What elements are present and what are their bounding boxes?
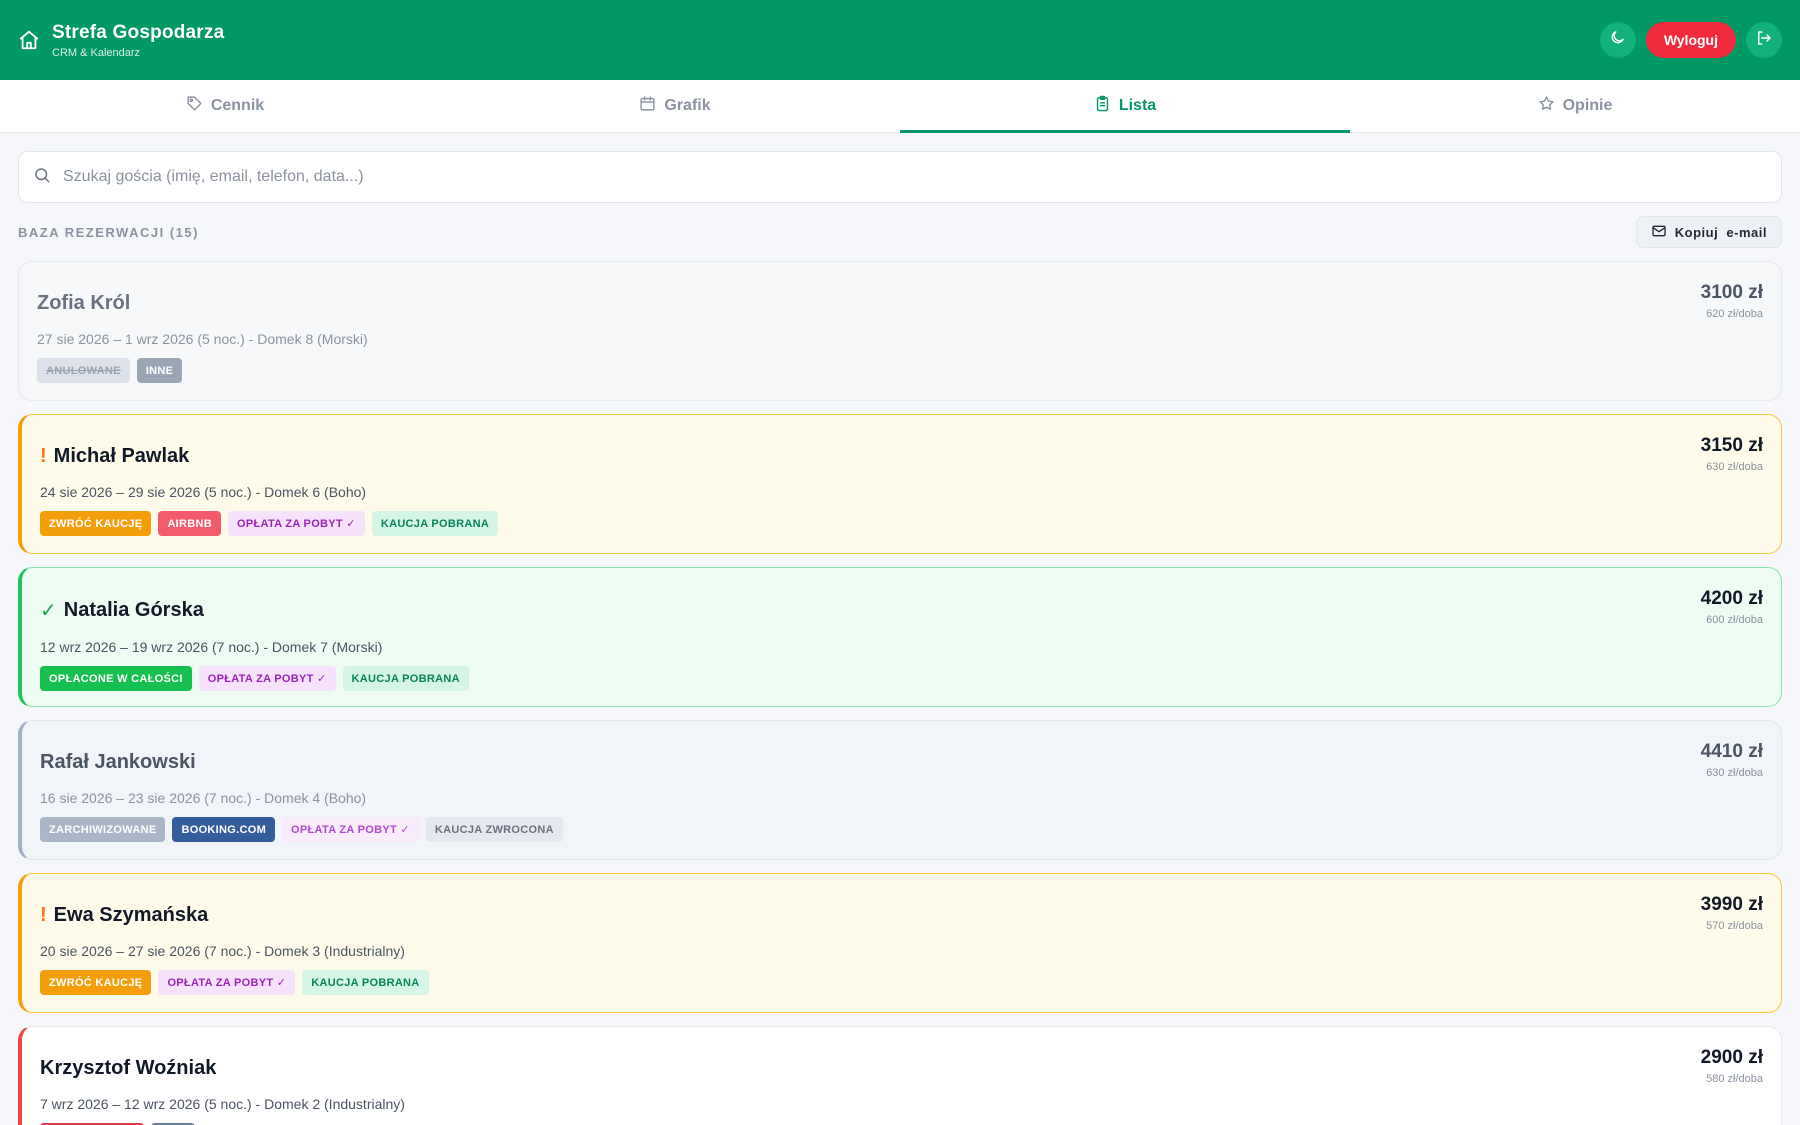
price-per-night: 630 zł/doba bbox=[1706, 767, 1763, 779]
guest-name: Zofia Król bbox=[37, 292, 131, 314]
brand[interactable]: Strefa Gospodarza CRM & Kalendarz bbox=[18, 22, 224, 59]
fee-badge: OPŁATA ZA POBYT ✓ bbox=[198, 666, 336, 691]
mail-icon bbox=[1651, 223, 1667, 242]
home-icon bbox=[18, 29, 40, 51]
tab-bar: Cennik Grafik Lista Opinie bbox=[0, 80, 1800, 133]
tag-icon bbox=[186, 95, 203, 117]
guest-name: Ewa Szymańska bbox=[53, 904, 209, 926]
logout-button[interactable]: Wyloguj bbox=[1645, 22, 1736, 58]
copy-email-label: Kopiuj e-mail bbox=[1674, 224, 1767, 240]
search-input[interactable] bbox=[63, 168, 1767, 186]
status-badge: ZWRÓĆ KAUCJĘ bbox=[40, 511, 152, 536]
guest-name: Michał Pawlak bbox=[53, 445, 190, 467]
status-badge: OPŁACONE W CAŁOŚCI bbox=[40, 666, 192, 691]
status-badge: ANULOWANE bbox=[37, 358, 130, 383]
reservation-card[interactable]: Krzysztof Woźniak 7 wrz 2026 – 12 wrz 20… bbox=[18, 1026, 1782, 1125]
reservation-card[interactable]: Zofia Król 27 sie 2026 – 1 wrz 2026 (5 n… bbox=[18, 261, 1782, 401]
reservation-details: 20 sie 2026 – 27 sie 2026 (7 noc.) - Dom… bbox=[40, 943, 405, 959]
status-badge: ZWRÓĆ KAUCJĘ bbox=[40, 970, 152, 995]
theme-toggle-button[interactable] bbox=[1599, 22, 1636, 58]
warning-mark: ! bbox=[40, 445, 47, 467]
price-per-night: 620 zł/doba bbox=[1706, 308, 1763, 320]
main-content: BAZA REZERWACJI (15) Kopiuj e-mail Zofia… bbox=[0, 133, 1800, 1125]
reservation-card[interactable]: Rafał Jankowski 16 sie 2026 – 23 sie 202… bbox=[18, 720, 1782, 860]
reservation-card[interactable]: ! Ewa Szymańska 20 sie 2026 – 27 sie 202… bbox=[18, 873, 1782, 1013]
total-price: 4410 zł bbox=[1700, 741, 1763, 762]
total-price: 3100 zł bbox=[1700, 282, 1763, 303]
star-icon bbox=[1538, 95, 1555, 117]
check-mark: ✓ bbox=[40, 600, 57, 622]
status-badge: ZARCHIWIZOWANE bbox=[40, 817, 166, 842]
source-badge: BOOKING.COM bbox=[172, 817, 276, 842]
copy-email-button[interactable]: Kopiuj e-mail bbox=[1635, 216, 1782, 248]
tab-label: Opinie bbox=[1562, 97, 1613, 114]
deposit-badge: KAUCJA POBRANA bbox=[302, 970, 429, 995]
tab-grafik[interactable]: Grafik bbox=[450, 80, 900, 132]
price-per-night: 630 zł/doba bbox=[1706, 461, 1763, 473]
search-bar bbox=[18, 151, 1782, 203]
total-price: 3150 zł bbox=[1700, 435, 1763, 456]
clipboard-icon bbox=[1094, 95, 1111, 117]
guest-name: Rafał Jankowski bbox=[40, 751, 196, 773]
total-price: 3990 zł bbox=[1700, 894, 1763, 915]
app-subtitle: CRM & Kalendarz bbox=[52, 46, 141, 59]
tab-lista[interactable]: Lista bbox=[900, 80, 1350, 133]
fee-badge: OPŁATA ZA POBYT ✓ bbox=[228, 511, 365, 536]
exit-button[interactable] bbox=[1746, 22, 1782, 58]
tab-label: Grafik bbox=[664, 97, 711, 114]
fee-badge: OPŁATA ZA POBYT ✓ bbox=[158, 970, 296, 995]
price-per-night: 580 zł/doba bbox=[1706, 1073, 1763, 1085]
reservation-details: 12 wrz 2026 – 19 wrz 2026 (7 noc.) - Dom… bbox=[40, 639, 383, 655]
search-icon bbox=[33, 166, 51, 189]
reservation-card[interactable]: ! Michał Pawlak 24 sie 2026 – 29 sie 202… bbox=[18, 414, 1782, 554]
tab-opinie[interactable]: Opinie bbox=[1350, 80, 1800, 132]
fee-badge: OPŁATA ZA POBYT ✓ bbox=[282, 817, 419, 842]
deposit-badge: KAUCJA POBRANA bbox=[342, 666, 469, 691]
reservation-details: 27 sie 2026 – 1 wrz 2026 (5 noc.) - Dome… bbox=[37, 331, 368, 347]
price-per-night: 570 zł/doba bbox=[1706, 920, 1763, 932]
guest-name: Natalia Górska bbox=[63, 599, 204, 621]
reservation-details: 7 wrz 2026 – 12 wrz 2026 (5 noc.) - Dome… bbox=[40, 1096, 405, 1112]
app-header: Strefa Gospodarza CRM & Kalendarz Wylogu… bbox=[0, 0, 1800, 80]
source-badge: AIRBNB bbox=[158, 511, 222, 536]
total-price: 4200 zł bbox=[1700, 588, 1763, 609]
reservation-details: 16 sie 2026 – 23 sie 2026 (7 noc.) - Dom… bbox=[40, 790, 367, 806]
tab-label: Lista bbox=[1118, 97, 1157, 114]
total-price: 2900 zł bbox=[1700, 1047, 1763, 1068]
reservation-list: Zofia Król 27 sie 2026 – 1 wrz 2026 (5 n… bbox=[18, 261, 1782, 1125]
price-per-night: 600 zł/doba bbox=[1706, 614, 1763, 626]
moon-icon bbox=[1609, 29, 1626, 51]
calendar-icon bbox=[639, 95, 656, 117]
tab-label: Cennik bbox=[210, 97, 265, 114]
deposit-badge: KAUCJA POBRANA bbox=[371, 511, 499, 536]
reservation-details: 24 sie 2026 – 29 sie 2026 (5 noc.) - Dom… bbox=[40, 484, 367, 500]
source-badge: INNE bbox=[136, 358, 183, 383]
tab-cennik[interactable]: Cennik bbox=[0, 80, 450, 132]
deposit-badge: KAUCJA ZWROCONA bbox=[425, 817, 563, 842]
reservation-card[interactable]: ✓ Natalia Górska 12 wrz 2026 – 19 wrz 20… bbox=[18, 567, 1782, 707]
logout-icon bbox=[1755, 29, 1773, 52]
app-title: Strefa Gospodarza bbox=[52, 21, 225, 43]
guest-name: Krzysztof Woźniak bbox=[40, 1057, 217, 1079]
warning-mark: ! bbox=[40, 904, 47, 926]
list-title: BAZA REZERWACJI (15) bbox=[18, 224, 199, 240]
